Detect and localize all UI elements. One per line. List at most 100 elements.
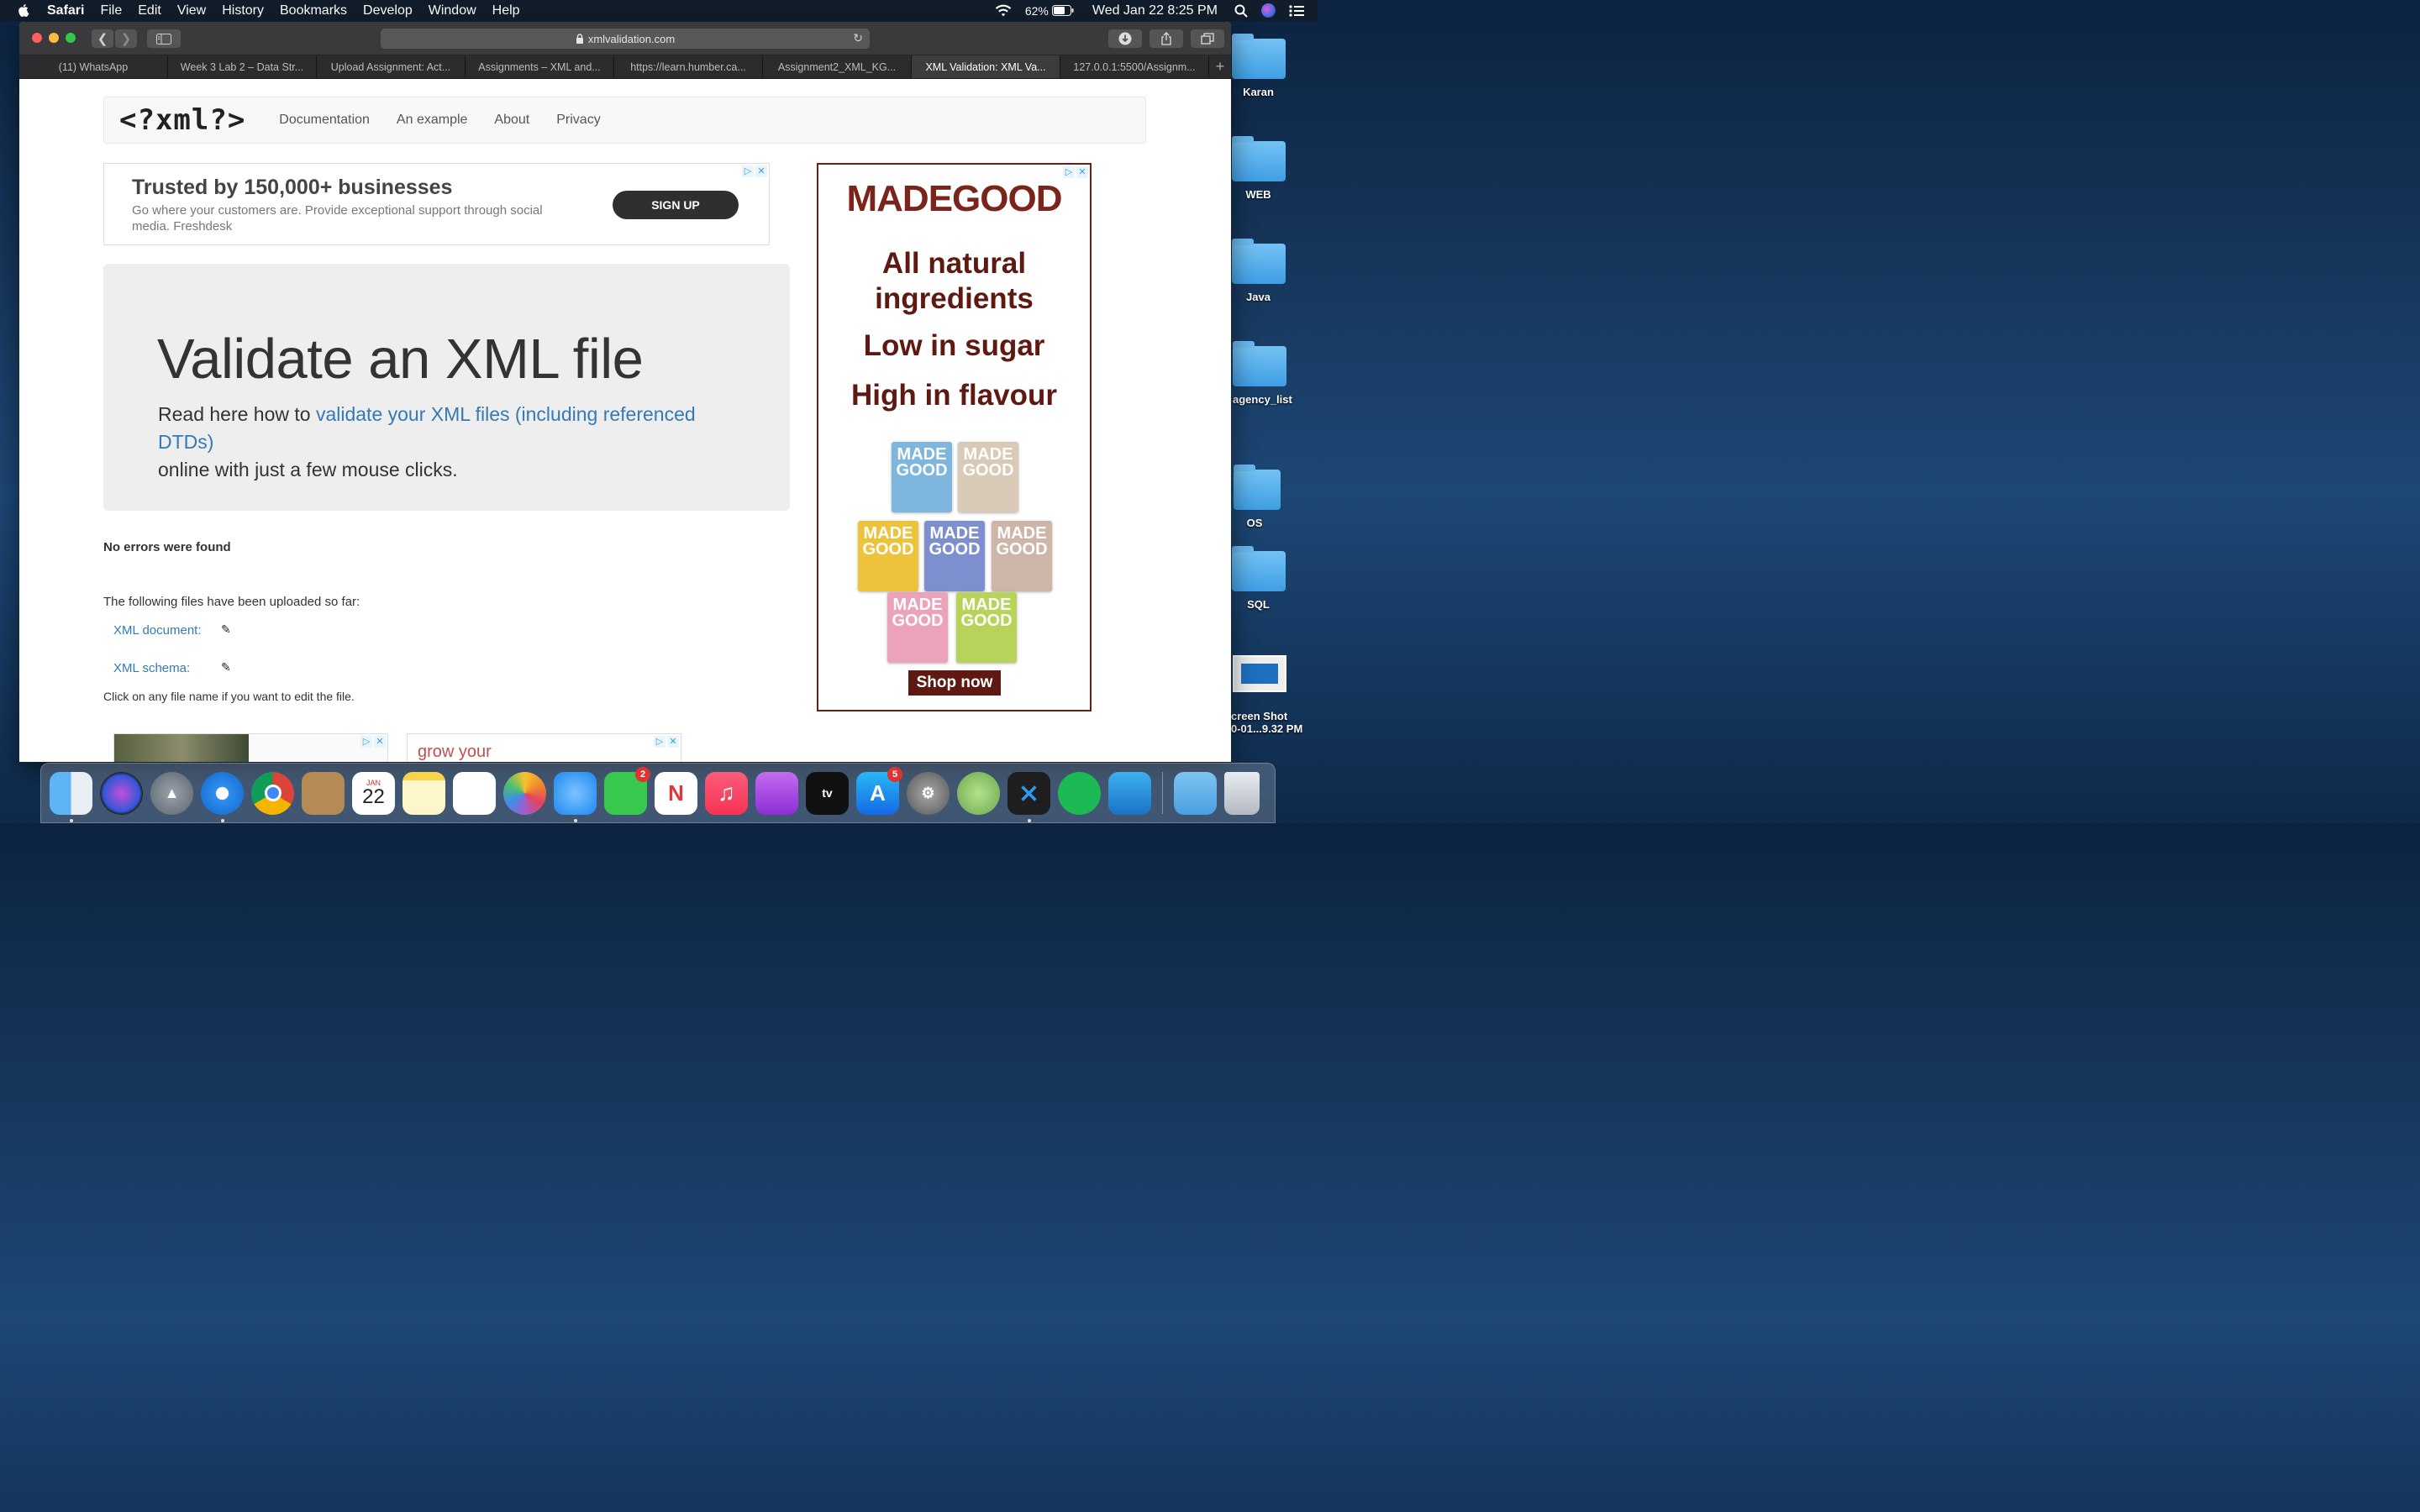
messages-icon[interactable] (554, 771, 597, 822)
nav-about[interactable]: About (494, 113, 529, 128)
folder-icon (1231, 136, 1286, 181)
tab-assignment2[interactable]: Assignment2_XML_KG... (763, 55, 912, 78)
menu-window[interactable]: Window (429, 3, 476, 18)
trash-icon[interactable] (1224, 771, 1260, 815)
safari-icon[interactable] (201, 771, 244, 822)
reload-icon[interactable]: ↻ (853, 31, 863, 45)
spotify-icon[interactable] (1058, 771, 1101, 815)
desktop-folder-karan[interactable]: Karan (1231, 34, 1286, 98)
vscode-icon[interactable]: ⨯ (1007, 771, 1050, 822)
desktop-folder-sql[interactable]: SQL (1231, 546, 1286, 611)
top-advertisement[interactable]: Trusted by 150,000+ businesses Go where … (103, 163, 770, 245)
adchoices-icon[interactable]: ▷ (360, 736, 372, 748)
minimize-window-button[interactable] (49, 33, 59, 43)
launchpad-icon[interactable]: ▲ (150, 771, 193, 815)
spotlight-search-icon[interactable] (1234, 4, 1248, 18)
app-store-icon[interactable]: A5 (856, 766, 902, 815)
desktop-screenshot-file[interactable]: creen Shot 0-01...9.32 PM (1231, 654, 1318, 735)
ad-controls: ▷ ✕ (1063, 166, 1088, 178)
photos-icon[interactable] (503, 771, 546, 815)
desktop-folder-web[interactable]: WEB (1231, 136, 1286, 201)
xml-schema-link[interactable]: XML schema: (113, 661, 190, 675)
zoom-window-button[interactable] (66, 33, 76, 43)
tab-overview-button[interactable] (1191, 29, 1224, 48)
wifi-icon[interactable] (995, 4, 1012, 18)
menu-bookmarks[interactable]: Bookmarks (280, 3, 347, 18)
contacts-icon[interactable] (302, 771, 345, 815)
bottom-ad-right[interactable]: grow your ▷ ✕ (407, 733, 681, 762)
siri-icon[interactable] (100, 771, 143, 815)
sidebar-advertisement[interactable]: ▷ ✕ MADEGOOD All natural ingredients Low … (817, 163, 1092, 711)
nav-documentation[interactable]: Documentation (279, 113, 370, 128)
calendar-icon[interactable]: JAN 22 (352, 771, 395, 815)
battery-icon[interactable] (1051, 5, 1074, 16)
download-icon (1118, 32, 1132, 45)
news-icon[interactable]: N (655, 771, 697, 815)
site-logo[interactable]: <?xml?> (119, 103, 245, 137)
apple-icon[interactable] (18, 3, 30, 18)
menu-help[interactable]: Help (492, 3, 520, 18)
android-studio-icon[interactable] (957, 771, 1000, 815)
tab-upload-assignment[interactable]: Upload Assignment: Act... (317, 55, 466, 78)
chrome-icon[interactable] (251, 771, 294, 815)
close-window-button[interactable] (32, 33, 42, 43)
desktop-folder-agency-list[interactable]: agency_list (1231, 341, 1315, 406)
tv-label: tv (822, 786, 833, 800)
menu-clock[interactable]: Wed Jan 22 8:25 PM (1092, 3, 1218, 18)
desktop-folder-java[interactable]: Java (1231, 239, 1286, 303)
notification-center-icon[interactable] (1289, 4, 1304, 17)
menu-app-name[interactable]: Safari (47, 3, 84, 18)
forward-button[interactable]: ❯ (115, 29, 137, 48)
sidebar-toggle-button[interactable] (147, 29, 181, 48)
menu-develop[interactable]: Develop (363, 3, 413, 18)
podcasts-icon[interactable] (755, 771, 798, 815)
xcode-icon[interactable] (1108, 771, 1151, 815)
adchoices-icon[interactable]: ▷ (742, 165, 754, 177)
close-icon[interactable]: ✕ (374, 736, 386, 748)
lead-text-start: Read here how to (158, 403, 316, 425)
notes-icon[interactable] (402, 771, 445, 815)
ad-signup-button[interactable]: SIGN UP (613, 191, 739, 219)
close-icon[interactable]: ✕ (755, 165, 767, 177)
tab-assignments-xml[interactable]: Assignments – XML and... (466, 55, 614, 78)
menu-edit[interactable]: Edit (138, 3, 161, 18)
shop-now-button[interactable]: Shop now (908, 670, 1001, 696)
desktop-folder-os[interactable]: OS (1234, 465, 1281, 529)
desktop-icon-label: agency_list (1233, 393, 1292, 406)
adchoices-icon[interactable]: ▷ (1063, 166, 1075, 178)
downloads-button[interactable] (1108, 29, 1142, 48)
apple-tv-icon[interactable]: tv (806, 771, 849, 815)
menu-history[interactable]: History (222, 3, 264, 18)
close-icon[interactable]: ✕ (1076, 166, 1088, 178)
menu-view[interactable]: View (177, 3, 206, 18)
nav-an-example[interactable]: An example (397, 113, 468, 128)
pencil-icon[interactable]: ✎ (221, 660, 231, 675)
address-bar[interactable]: xmlvalidation.com ↻ (381, 29, 870, 49)
tab-week3-lab[interactable]: Week 3 Lab 2 – Data Str... (168, 55, 317, 78)
reminders-icon[interactable] (453, 771, 496, 815)
nav-privacy[interactable]: Privacy (556, 113, 600, 128)
share-icon (1161, 32, 1171, 45)
tab-localhost[interactable]: 127.0.0.1:5500/Assignm... (1060, 55, 1209, 78)
ad-headline[interactable]: Trusted by 150,000+ businesses (132, 176, 452, 200)
url-text[interactable]: xmlvalidation.com (588, 33, 675, 45)
adchoices-icon[interactable]: ▷ (654, 736, 666, 748)
tab-xml-validation[interactable]: XML Validation: XML Va... (912, 55, 1060, 78)
pencil-icon[interactable]: ✎ (221, 622, 231, 637)
siri-icon[interactable] (1261, 3, 1276, 18)
bottom-ad-left[interactable]: ▷ ✕ (113, 733, 388, 762)
downloads-folder-icon[interactable] (1174, 771, 1217, 815)
menu-file[interactable]: File (100, 3, 122, 18)
facetime-icon[interactable]: 2 (604, 766, 650, 815)
tab-whatsapp[interactable]: (11) WhatsApp (19, 55, 168, 78)
battery-percent[interactable]: 62% (1025, 4, 1049, 18)
close-icon[interactable]: ✕ (667, 736, 679, 748)
finder-icon[interactable] (50, 771, 92, 822)
new-tab-button[interactable]: + (1209, 55, 1231, 78)
tab-learn-humber[interactable]: https://learn.humber.ca... (614, 55, 763, 78)
share-button[interactable] (1150, 29, 1183, 48)
back-button[interactable]: ❮ (92, 29, 113, 48)
music-icon[interactable]: ♫ (705, 771, 748, 815)
xml-document-link[interactable]: XML document: (113, 623, 202, 638)
system-preferences-icon[interactable]: ⚙ (907, 771, 950, 815)
